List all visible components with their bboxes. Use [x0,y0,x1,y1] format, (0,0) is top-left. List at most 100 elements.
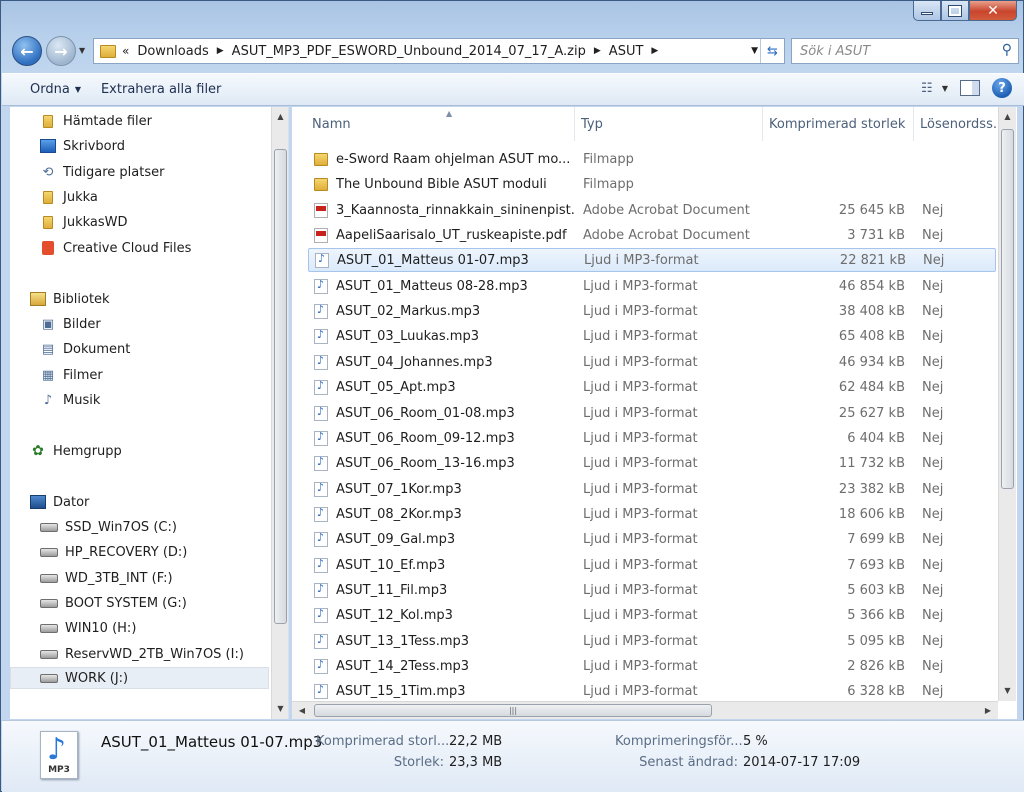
mp3-file-icon [314,455,328,471]
scroll-down-icon[interactable]: ▼ [272,701,288,717]
sidebar-item-label: Filmer [63,367,103,383]
scroll-up-icon[interactable]: ▲ [272,109,288,125]
file-row[interactable]: ASUT_01_Matteus 01-07.mp3 Ljud i MP3-form… [308,248,996,272]
chevron-right-icon[interactable]: ▶ [217,46,224,56]
column-header-password[interactable]: Lösenordss... [914,107,1005,141]
file-type: Ljud i MP3-format [583,506,698,522]
sidebar-item-skrivbord[interactable]: Skrivbord [40,135,125,157]
sidebar-item-label: HP_RECOVERY (D:) [65,544,188,560]
extract-all-button[interactable]: Extrahera alla filer [91,78,231,102]
file-name-cell: ASUT_04_Johannes.mp3 [314,354,576,370]
file-row[interactable]: ASUT_06_Room_09-12.mp3 Ljud i MP3-format 6… [308,426,996,450]
navigation-pane-scrollbar[interactable]: ▲ ▼ [271,107,288,719]
sidebar-item-label: Dokument [63,341,131,357]
sidebar-item-filmer[interactable]: ▦ Filmer [40,364,103,386]
sidebar-item-jukkaswd[interactable]: JukkasWD [40,211,128,233]
refresh-button[interactable]: ⇆ [760,39,784,63]
view-dropdown-icon[interactable]: ▼ [942,84,948,93]
sidebar-item-drive-g[interactable]: BOOT SYSTEM (G:) [40,592,187,614]
scrollbar-thumb[interactable] [274,149,287,624]
sidebar-item-label: Skrivbord [63,138,126,154]
search-placeholder: Sök i ASUT [800,43,871,59]
file-list-horizontal-scrollbar[interactable]: ◀ ||| ▶ [292,701,998,719]
organize-button[interactable]: Ordna ▼ [20,78,91,102]
sidebar-item-drive-h[interactable]: WIN10 (H:) [40,617,136,639]
scroll-down-icon[interactable]: ▼ [999,683,1016,699]
address-bar[interactable]: « Downloads ▶ ASUT_MP3_PDF_ESWORD_Unboun… [93,38,785,64]
file-row[interactable]: ASUT_13_1Tess.mp3 Ljud i MP3-format 5 095 … [308,629,996,653]
sidebar-item-drive-j[interactable]: WORK (J:) [10,667,269,689]
scroll-left-icon[interactable]: ◀ [294,702,310,719]
file-row[interactable]: ASUT_03_Luukas.mp3 Ljud i MP3-format 65 40… [308,324,996,348]
file-name: ASUT_14_2Tess.mp3 [336,658,470,674]
file-list-scrollbar[interactable]: ▲ ▼ [998,107,1016,701]
scrollbar-thumb[interactable] [1001,129,1014,489]
file-row[interactable]: ASUT_06_Room_01-08.mp3 Ljud i MP3-format 2… [308,401,996,425]
homegroup-icon: ✿ [32,443,44,459]
file-row[interactable]: ASUT_04_Johannes.mp3 Ljud i MP3-format 46 … [308,350,996,374]
sidebar-item-drive-d[interactable]: HP_RECOVERY (D:) [40,541,187,563]
file-row[interactable]: ASUT_15_1Tim.mp3 Ljud i MP3-format 6 328 k… [308,679,996,703]
sidebar-item-hamtade-filer[interactable]: Hämtade filer [40,110,152,132]
pictures-icon: ▣ [41,316,55,332]
chevron-right-icon[interactable]: ▶ [651,46,658,56]
column-header-type[interactable]: Typ [575,107,763,141]
file-row[interactable]: ASUT_05_Apt.mp3 Ljud i MP3-format 62 484 k… [308,375,996,399]
file-row[interactable]: ASUT_08_2Kor.mp3 Ljud i MP3-format 18 606 … [308,502,996,526]
file-row[interactable]: ASUT_10_Ef.mp3 Ljud i MP3-format 7 693 kB N… [308,553,996,577]
file-row[interactable]: ASUT_11_Fil.mp3 Ljud i MP3-format 5 603 kB… [308,578,996,602]
scroll-up-icon[interactable]: ▲ [999,109,1016,125]
breadcrumb-item-zip[interactable]: ASUT_MP3_PDF_ESWORD_Unbound_2014_07_17_A… [232,44,586,59]
file-row[interactable]: 3_Kaannosta_rinnakkain_sininenpist... Ado… [308,198,996,222]
history-dropdown-icon[interactable]: ▼ [79,46,85,55]
sidebar-item-drive-f[interactable]: WD_3TB_INT (F:) [40,567,173,589]
drive-icon [40,598,58,608]
sidebar-item-tidigare-platser[interactable]: ⟲ Tidigare platser [40,161,165,183]
file-row[interactable]: ASUT_01_Matteus 08-28.mp3 Ljud i MP3-form… [308,274,996,298]
minimize-button[interactable] [913,1,941,21]
file-name-cell: ASUT_02_Markus.mp3 [314,303,576,319]
file-row[interactable]: ASUT_09_Gal.mp3 Ljud i MP3-format 7 699 kB… [308,527,996,551]
file-password-protected: Nej [922,557,944,573]
caption-buttons: ✕ [913,1,1017,21]
breadcrumb-overflow-icon[interactable]: « [122,44,129,58]
chevron-right-icon[interactable]: ▶ [594,46,601,56]
file-row[interactable]: ASUT_14_2Tess.mp3 Ljud i MP3-format 2 826 … [308,654,996,678]
column-header-compressed-size[interactable]: Komprimerad storlek [763,107,914,141]
sidebar-item-dokument[interactable]: ▤ Dokument [40,338,131,360]
column-header-name[interactable]: Namn ▲ [306,107,575,141]
help-icon[interactable]: ? [992,78,1012,98]
forward-button[interactable]: → [46,36,76,66]
file-row[interactable]: AapeliSaarisalo_UT_ruskeapiste.pdf Adobe … [308,223,996,247]
sidebar-item-dator[interactable]: Dator [30,491,89,513]
file-type: Ljud i MP3-format [583,430,698,446]
file-row[interactable]: ASUT_12_Kol.mp3 Ljud i MP3-format 5 366 kB… [308,603,996,627]
scroll-right-icon[interactable]: ▶ [980,702,996,719]
file-row[interactable]: e-Sword Raam ohjelman ASUT mo... Filmapp [308,147,996,171]
file-row[interactable]: The Unbound Bible ASUT moduli Filmapp [308,172,996,196]
sidebar-item-drive-i[interactable]: ReservWD_2TB_Win7OS (I:) [40,643,244,665]
file-row[interactable]: ASUT_06_Room_13-16.mp3 Ljud i MP3-format 1… [308,451,996,475]
sidebar-item-bilder[interactable]: ▣ Bilder [40,313,101,335]
breadcrumb-item-asut[interactable]: ASUT [609,44,644,59]
close-button[interactable]: ✕ [969,1,1017,21]
sidebar-item-musik[interactable]: ♪ Musik [40,389,101,411]
file-row[interactable]: ASUT_02_Markus.mp3 Ljud i MP3-format 38 40… [308,299,996,323]
view-details-icon[interactable]: ☷ [916,78,938,98]
breadcrumb: « Downloads ▶ ASUT_MP3_PDF_ESWORD_Unboun… [122,44,666,59]
file-row[interactable]: ASUT_07_1Kor.mp3 Ljud i MP3-format 23 382 … [308,477,996,501]
maximize-button[interactable] [941,1,969,21]
sidebar-item-drive-c[interactable]: SSD_Win7OS (C:) [40,516,177,538]
back-button[interactable]: ← [12,36,42,66]
sidebar-item-hemgrupp[interactable]: ✿ Hemgrupp [30,440,122,462]
file-type: Ljud i MP3-format [583,683,698,699]
sidebar-item-creative-cloud[interactable]: Creative Cloud Files [40,237,191,259]
sidebar-item-jukka[interactable]: Jukka [40,186,98,208]
scrollbar-thumb[interactable]: ||| [314,704,712,717]
breadcrumb-item-downloads[interactable]: Downloads [137,44,208,59]
sidebar-item-bibliotek[interactable]: Bibliotek [30,288,110,310]
search-input[interactable]: Sök i ASUT ⚲ [791,38,1019,64]
chevron-down-icon: ▼ [74,85,81,94]
preview-pane-icon[interactable] [960,80,980,96]
address-dropdown-icon[interactable]: ▼ [751,46,758,56]
